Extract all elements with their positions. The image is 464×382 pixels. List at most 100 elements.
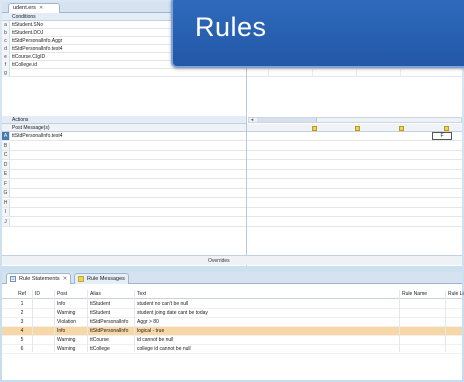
cell-ref: 6	[20, 346, 24, 352]
condition-label[interactable]: ttStudent.SNo	[12, 21, 43, 29]
row-key: I	[2, 208, 10, 216]
cell-ref: 3	[20, 319, 24, 325]
banner-title: Rules	[195, 12, 267, 42]
table-row[interactable]: 1 Info ttStudent student no can't be null	[2, 300, 462, 309]
cell-post: Warning	[57, 310, 76, 316]
column-ref[interactable]: Ref	[16, 290, 28, 299]
close-icon[interactable]: ✕	[39, 5, 43, 11]
row-key: C	[2, 151, 10, 159]
scroll-left-icon[interactable]: ◂	[249, 118, 255, 123]
cell-post: Info	[57, 301, 66, 307]
action-row[interactable]: J	[2, 217, 462, 227]
column-rule-name[interactable]: Rule Name	[402, 290, 427, 299]
rule-column-icon[interactable]	[355, 126, 360, 131]
table-row[interactable]: 4 Info ttStdPersonalInfo logical - true	[2, 327, 462, 336]
action-row[interactable]: G	[2, 189, 462, 198]
row-key: A	[2, 132, 10, 140]
bottom-tab-strip: Rule Statements ✕ Rule Messages	[2, 272, 462, 284]
overrides-bar: Overrides	[2, 255, 462, 265]
condition-label[interactable]: ttCourse.CIgID	[12, 53, 45, 61]
row-key: D	[2, 160, 10, 169]
cell-alias: ttStudent	[90, 301, 111, 307]
cell-alias: ttCourse	[90, 337, 109, 343]
overrides-label: Overrides	[208, 258, 230, 264]
cell-post: Violation	[57, 319, 77, 325]
row-key: d	[2, 45, 10, 53]
action-row[interactable]: C	[2, 151, 462, 160]
editor-tab-label: udent.ers	[13, 5, 36, 11]
condition-row[interactable]: g	[2, 69, 462, 77]
cell-text: Aggr > 80	[137, 319, 159, 325]
cell-alias: ttStudent	[90, 310, 111, 316]
document-icon	[10, 276, 16, 282]
row-key: F	[2, 179, 10, 188]
column-separator	[134, 290, 135, 352]
actions-header: Actions	[2, 116, 246, 124]
condition-label[interactable]: ttStudent.DOJ	[12, 29, 43, 37]
action-row[interactable]: E	[2, 170, 462, 179]
column-separator	[54, 290, 55, 352]
row-key: H	[2, 198, 10, 207]
rules-editor-window: udent.ers ✕ Conditions a ttStudent.SNo b ttS…	[0, 0, 464, 382]
close-icon[interactable]: ✕	[63, 276, 68, 282]
rules-banner: Rules	[171, 0, 464, 68]
column-post[interactable]: Post	[57, 290, 67, 299]
column-id[interactable]: ID	[35, 290, 40, 299]
cell-alias: ttCollege	[90, 346, 110, 352]
tab-label: Rule Statements	[19, 276, 60, 282]
action-row[interactable]: F	[2, 179, 462, 189]
cell-ref: 5	[20, 337, 24, 343]
condition-label[interactable]: ttCollege.id	[12, 61, 37, 69]
table-row[interactable]: 3 Violation ttStdPersonalInfo Aggr > 80	[2, 318, 462, 327]
row-key: E	[2, 170, 10, 178]
action-label[interactable]: ttStdPersonalInfo.test4	[12, 132, 63, 140]
cell-ref: 4	[20, 328, 24, 334]
cell-text: logical - true	[137, 328, 165, 334]
action-row[interactable]: D	[2, 160, 462, 170]
rule-cell[interactable]	[356, 69, 400, 77]
column-text[interactable]: Text	[137, 290, 146, 299]
scrollbar-thumb[interactable]	[257, 118, 317, 122]
rule-cell[interactable]	[268, 69, 312, 77]
column-separator	[445, 290, 446, 352]
horizontal-scrollbar[interactable]: ◂	[248, 117, 462, 123]
rule-cell[interactable]	[400, 69, 444, 77]
row-key: a	[2, 21, 10, 29]
column-rule-line[interactable]: Rule Lin	[448, 290, 464, 299]
action-row[interactable]: AttStdPersonalInfo.test4 F	[2, 132, 462, 141]
table-row[interactable]: 2 Warning ttStudent student joing date cant…	[2, 309, 462, 318]
rule-value-cell[interactable]: F	[432, 132, 452, 140]
row-key: G	[2, 189, 10, 197]
cell-ref: 2	[20, 310, 24, 316]
rule-column-icon[interactable]	[444, 126, 449, 131]
row-key: c	[2, 37, 10, 45]
rule-column-icon[interactable]	[399, 126, 404, 131]
editor-tab[interactable]: udent.ers ✕	[8, 3, 60, 13]
tab-rule-statements[interactable]: Rule Statements ✕	[6, 273, 72, 284]
rule-cell[interactable]	[312, 69, 356, 77]
tab-rule-messages[interactable]: Rule Messages	[74, 273, 129, 284]
cell-post: Info	[57, 328, 66, 334]
action-row[interactable]: B	[2, 141, 462, 151]
row-key: b	[2, 29, 10, 37]
table-row[interactable]: 6 Warning ttCollege college id cannot be nu…	[2, 345, 462, 354]
row-key: B	[2, 141, 10, 150]
cell-text: id cannot be null	[137, 337, 174, 343]
rule-column-icon[interactable]	[312, 126, 317, 131]
row-key: e	[2, 53, 10, 61]
cell-text: college id cannot be null	[137, 346, 191, 352]
action-row[interactable]: H	[2, 198, 462, 208]
cell-text: student joing date cant be today	[137, 310, 208, 316]
table-row[interactable]: 5 Warning ttCourse id cannot be null	[2, 336, 462, 345]
column-separator	[87, 290, 88, 352]
row-key: g	[2, 69, 10, 77]
column-separator	[32, 290, 33, 352]
action-row[interactable]: I	[2, 208, 462, 217]
condition-label[interactable]: ttStdPersonalInfo.Aggr	[12, 37, 62, 45]
column-alias[interactable]: Alias	[90, 290, 101, 299]
table-header: Ref ID Post Alias Text Rule Name Rule Li…	[2, 290, 464, 299]
row-key: J	[2, 217, 10, 226]
cell-ref: 1	[20, 301, 24, 307]
tab-label: Rule Messages	[87, 276, 125, 282]
condition-label[interactable]: ttStdPersonalInfo.test4	[12, 45, 63, 53]
